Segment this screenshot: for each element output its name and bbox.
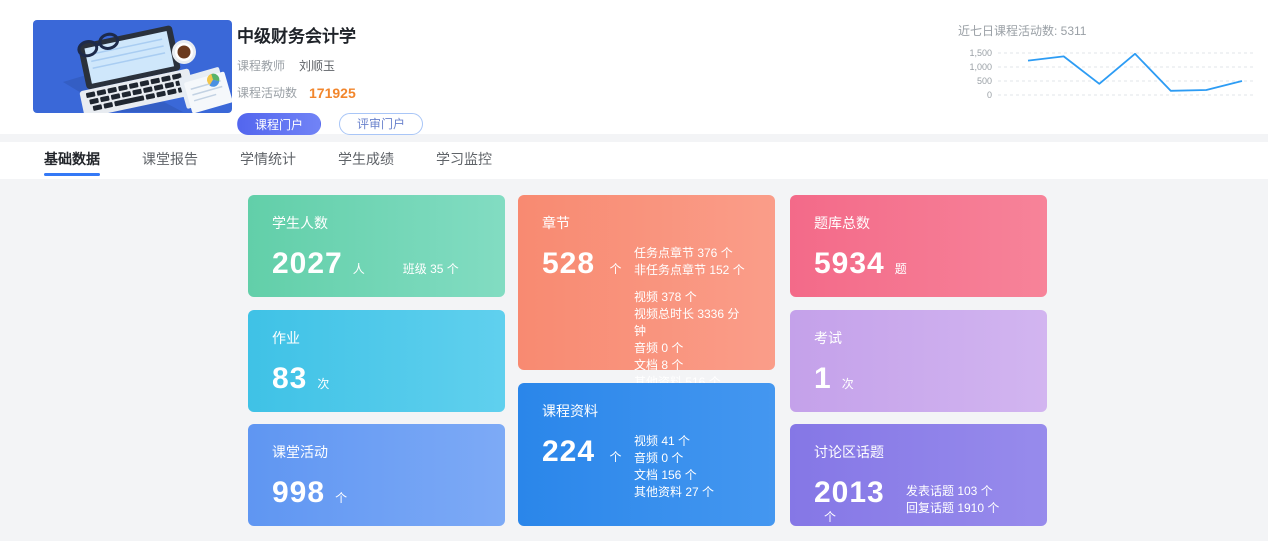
teacher-row: 课程教师 刘顺玉 [237, 57, 423, 74]
exam-count-card: 考试 1 次 [790, 310, 1047, 412]
tab-learning-stats[interactable]: 学情统计 [240, 142, 296, 179]
exam-count-unit: 次 [842, 375, 854, 392]
svg-text:1,500: 1,500 [969, 48, 992, 58]
chapters-details: 任务点章节 376 个 非任务点章节 152 个 视频 378 个 视频总时长 … [634, 245, 751, 391]
teacher-label: 课程教师 [237, 57, 285, 74]
discussion-details: 发表话题 103 个 回复话题 1910 个 [906, 483, 999, 517]
teacher-name: 刘顺玉 [299, 57, 335, 74]
chapters-unit: 个 [610, 262, 622, 276]
card-title: 题库总数 [814, 213, 1023, 233]
chapters-value: 528 [542, 247, 595, 280]
students-count-value: 2027 [272, 249, 343, 279]
material-value-block: 224 个 [542, 433, 634, 501]
card-value-row: 1 次 [814, 364, 1023, 394]
tab-learning-monitor[interactable]: 学习监控 [436, 142, 492, 179]
chapters-value-block: 528 个 [542, 245, 634, 391]
activity-count-row: 课程活动数 171925 [237, 84, 423, 101]
card-value-row: 5934 题 [814, 249, 1023, 279]
tab-student-grades[interactable]: 学生成绩 [338, 142, 394, 179]
detail-line: 音频 0 个 [634, 450, 714, 467]
card-content-row: 224 个 视频 41 个 音频 0 个 文档 156 个 其他资料 27 个 [542, 433, 751, 501]
exam-count-value: 1 [814, 364, 832, 394]
tab-basic-data[interactable]: 基础数据 [44, 142, 100, 179]
detail-line: 其他资料 27 个 [634, 484, 714, 501]
question-bank-unit: 题 [895, 260, 907, 277]
course-header: 中级财务会计学 课程教师 刘顺玉 课程活动数 171925 课程门户 评审门户 … [0, 0, 1268, 134]
detail-line: 视频 41 个 [634, 433, 714, 450]
svg-text:0: 0 [987, 90, 992, 100]
homework-count-unit: 次 [317, 375, 329, 392]
class-activity-unit: 个 [335, 489, 347, 506]
detail-line: 回复话题 1910 个 [906, 500, 999, 517]
course-material-card: 课程资料 224 个 视频 41 个 音频 0 个 文档 156 个 其他资料 … [518, 383, 775, 526]
detail-line: 任务点章节 376 个 [634, 245, 751, 262]
homework-count-value: 83 [272, 364, 307, 394]
seven-day-activity-chart: 近七日课程活动数: 5311 1,500 1,000 500 0 [958, 22, 1260, 105]
material-details: 视频 41 个 音频 0 个 文档 156 个 其他资料 27 个 [634, 433, 714, 501]
course-info: 中级财务会计学 课程教师 刘顺玉 课程活动数 171925 课程门户 评审门户 [237, 22, 423, 135]
detail-line: 视频 378 个 [634, 289, 751, 306]
course-dashboard-page: 中级财务会计学 课程教师 刘顺玉 课程活动数 171925 课程门户 评审门户 … [0, 0, 1268, 541]
card-title: 课堂活动 [272, 442, 481, 462]
svg-text:500: 500 [977, 76, 992, 86]
homework-count-card: 作业 83 次 [248, 310, 505, 412]
question-bank-value: 5934 [814, 249, 885, 279]
review-portal-button[interactable]: 评审门户 [339, 113, 423, 135]
course-title: 中级财务会计学 [237, 22, 423, 47]
students-count-unit: 人 [353, 260, 365, 277]
card-title: 作业 [272, 328, 481, 348]
chart-title: 近七日课程活动数: 5311 [958, 22, 1260, 39]
material-unit: 个 [610, 450, 622, 464]
discussion-topics-card: 讨论区话题 2013 个 发表话题 103 个 回复话题 1910 个 [790, 424, 1047, 526]
card-content-row: 528 个 任务点章节 376 个 非任务点章节 152 个 视频 378 个 … [542, 245, 751, 391]
course-portal-button[interactable]: 课程门户 [237, 113, 321, 135]
material-value: 224 [542, 435, 595, 468]
chapter-type-group: 任务点章节 376 个 非任务点章节 152 个 [634, 245, 751, 279]
card-title: 章节 [542, 213, 751, 233]
card-title: 讨论区话题 [814, 442, 1023, 462]
card-value-row: 2027 人 班级 35 个 [272, 249, 481, 279]
class-activity-value: 998 [272, 478, 325, 508]
detail-line: 视频总时长 3336 分钟 [634, 306, 751, 340]
card-title: 学生人数 [272, 213, 481, 233]
students-count-card: 学生人数 2027 人 班级 35 个 [248, 195, 505, 297]
discussion-value: 2013 [814, 476, 885, 509]
detail-line: 文档 156 个 [634, 467, 714, 484]
detail-line: 非任务点章节 152 个 [634, 262, 751, 279]
detail-line: 发表话题 103 个 [906, 483, 999, 500]
question-bank-card: 题库总数 5934 题 [790, 195, 1047, 297]
discussion-value-block: 2013 个 [814, 474, 906, 526]
card-title: 课程资料 [542, 401, 751, 421]
discussion-unit: 个 [824, 510, 836, 524]
chapter-media-group: 视频 378 个 视频总时长 3336 分钟 音频 0 个 文档 8 个 其他资… [634, 289, 751, 391]
class-count-text: 班级 35 个 [403, 260, 459, 277]
card-content-row: 2013 个 发表话题 103 个 回复话题 1910 个 [814, 474, 1023, 526]
portal-buttons-row: 课程门户 评审门户 [237, 113, 423, 135]
card-title: 考试 [814, 328, 1023, 348]
activity-count-label: 课程活动数 [237, 84, 297, 101]
laptop-illustration-icon [33, 20, 232, 113]
svg-text:1,000: 1,000 [969, 62, 992, 72]
course-thumbnail [33, 20, 232, 113]
chapters-card: 章节 528 个 任务点章节 376 个 非任务点章节 152 个 视频 378… [518, 195, 775, 370]
tab-class-report[interactable]: 课堂报告 [142, 142, 198, 179]
card-value-row: 83 次 [272, 364, 481, 394]
class-activity-card: 课堂活动 998 个 [248, 424, 505, 526]
dashboard-tab-bar: 基础数据 课堂报告 学情统计 学生成绩 学习监控 [0, 142, 1268, 179]
activity-line-chart: 1,500 1,000 500 0 [958, 47, 1258, 105]
detail-line: 音频 0 个 [634, 340, 751, 357]
card-value-row: 998 个 [272, 478, 481, 508]
activity-count-value: 171925 [309, 85, 356, 101]
detail-line: 文档 8 个 [634, 357, 751, 374]
